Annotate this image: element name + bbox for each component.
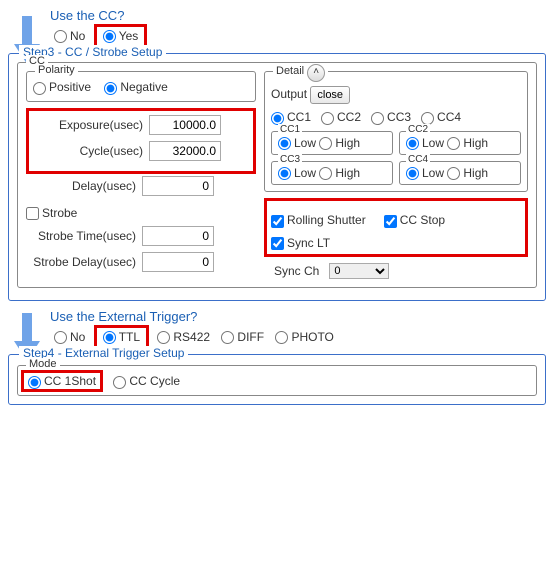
strobe-time-input[interactable] — [142, 226, 214, 246]
exposure-cycle-highlight: Exposure(usec) Cycle(usec) — [26, 108, 256, 174]
output-cc1[interactable]: CC1 — [271, 110, 311, 124]
collapse-up-icon[interactable]: ˄ — [307, 64, 325, 82]
trigger-rs422[interactable]: RS422 — [157, 330, 210, 344]
output-cc2[interactable]: CC2 — [321, 110, 361, 124]
cc-stop-check[interactable]: CC Stop — [384, 213, 445, 227]
detail-box: Detail ˄ Output close CC1 CC2 CC3 CC4 — [264, 71, 528, 192]
cc4-high[interactable]: High — [447, 166, 488, 180]
step3-fieldset: Step3 - CC / Strobe Setup CC Polarity Po… — [8, 53, 546, 301]
exposure-input[interactable] — [149, 115, 221, 135]
sync-lt-check[interactable]: Sync LT — [271, 236, 330, 250]
polarity-positive[interactable]: Positive — [33, 80, 91, 94]
rolling-shutter-check[interactable]: Rolling Shutter — [271, 213, 366, 227]
polarity-box: Polarity Positive Negative — [26, 71, 256, 101]
cc2-box: CC2 Low High — [399, 131, 521, 155]
checks-highlight: Rolling Shutter CC Stop Sync LT — [264, 198, 528, 257]
output-cc4[interactable]: CC4 — [421, 110, 461, 124]
delay-label: Delay(usec) — [26, 179, 136, 193]
strobe-checkbox[interactable]: Strobe — [26, 206, 77, 220]
output-cc3[interactable]: CC3 — [371, 110, 411, 124]
trigger-ttl[interactable]: TTL — [97, 328, 146, 346]
cc3-box: CC3 Low High — [271, 161, 393, 185]
mode-legend: Mode — [26, 358, 60, 370]
exposure-label: Exposure(usec) — [33, 118, 143, 132]
cc4-low[interactable]: Low — [406, 166, 444, 180]
sync-ch-select[interactable]: 0 — [329, 263, 389, 279]
polarity-legend: Polarity — [35, 64, 78, 76]
use-cc-no[interactable]: No — [54, 29, 85, 43]
use-cc-question: Use the CC? — [50, 8, 554, 23]
mode-box: Mode CC 1Shot CC Cycle — [17, 365, 537, 395]
cycle-label: Cycle(usec) — [33, 144, 143, 158]
sync-ch-label: Sync Ch — [274, 264, 319, 278]
trigger-no[interactable]: No — [54, 330, 85, 344]
cc2-high[interactable]: High — [447, 136, 488, 150]
close-button[interactable]: close — [310, 86, 350, 104]
detail-legend: Detail — [276, 65, 304, 77]
mode-cc1shot[interactable]: CC 1Shot — [24, 373, 100, 389]
delay-input[interactable] — [142, 176, 214, 196]
cc1-low[interactable]: Low — [278, 136, 316, 150]
cc1-box: CC1 Low High — [271, 131, 393, 155]
cc4-box: CC4 Low High — [399, 161, 521, 185]
polarity-negative[interactable]: Negative — [104, 80, 167, 94]
cc1-high[interactable]: High — [319, 136, 360, 150]
mode-cccycle[interactable]: CC Cycle — [113, 374, 180, 388]
use-ext-trigger-question: Use the External Trigger? — [50, 309, 554, 324]
output-label: Output — [271, 87, 307, 101]
strobe-delay-label: Strobe Delay(usec) — [26, 255, 136, 269]
trigger-photo[interactable]: PHOTO — [275, 330, 333, 344]
trigger-diff[interactable]: DIFF — [221, 330, 264, 344]
cycle-input[interactable] — [149, 141, 221, 161]
cc3-high[interactable]: High — [319, 166, 360, 180]
cc-box: CC Polarity Positive Negative Exposure(u… — [17, 62, 537, 288]
strobe-delay-input[interactable] — [142, 252, 214, 272]
use-cc-yes[interactable]: Yes — [97, 27, 145, 45]
strobe-time-label: Strobe Time(usec) — [26, 229, 136, 243]
cc3-low[interactable]: Low — [278, 166, 316, 180]
output-row: Output close — [271, 86, 521, 104]
cc2-low[interactable]: Low — [406, 136, 444, 150]
step4-fieldset: Step4 - External Trigger Setup Mode CC 1… — [8, 354, 546, 404]
